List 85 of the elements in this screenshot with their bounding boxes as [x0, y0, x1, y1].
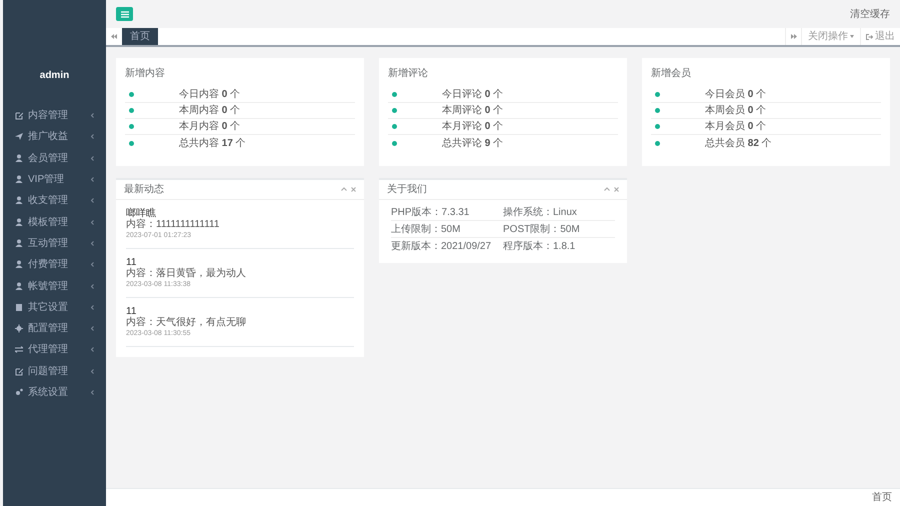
document-icon	[15, 302, 23, 312]
sidebar-item[interactable]: VIP管理	[3, 168, 106, 190]
user-icon	[15, 218, 23, 227]
footer-text: 首页	[872, 491, 892, 505]
user-icon	[15, 282, 23, 291]
author-name: 11	[126, 257, 136, 268]
sidebar-item[interactable]: 配置管理	[3, 318, 106, 340]
stat-text: 本周会员 0 个	[705, 104, 766, 118]
chevron-left-icon	[91, 240, 94, 246]
close-operations-dropdown[interactable]: 关闭操作	[801, 28, 860, 45]
stat-text: 今日会员 0 个	[705, 88, 766, 102]
close-icon[interactable]	[351, 187, 356, 192]
sidebar-item[interactable]: 付费管理	[3, 254, 106, 276]
stat-text: 今日评论 0 个	[442, 88, 504, 102]
sidebar-item[interactable]: 会员管理	[3, 148, 106, 169]
card-title: 新增评论	[388, 66, 429, 81]
info-text: POST限制：50M	[503, 222, 581, 236]
user-icon	[15, 175, 23, 184]
sidebar-item[interactable]: 收支管理	[3, 190, 106, 212]
stat-text: 本月评论 0 个	[442, 120, 504, 134]
info-text: 上传限制：50M	[391, 222, 462, 236]
sidebar-item[interactable]: 内容管理	[3, 105, 106, 126]
collapse-icon[interactable]	[604, 187, 610, 191]
stat-text: 本周评论 0 个	[442, 104, 504, 118]
close-icon[interactable]	[614, 187, 619, 192]
caret-icon	[850, 35, 854, 38]
user-icon	[15, 238, 23, 248]
stat-text: 总共评论 9 个	[442, 136, 504, 150]
chevron-left-icon	[91, 284, 94, 289]
logout-button[interactable]: 退出	[860, 28, 900, 45]
chevron-left-icon	[91, 262, 94, 268]
menu-button[interactable]	[116, 7, 133, 21]
sidebar-item[interactable]: 帐號管理	[3, 275, 106, 297]
chevron-left-icon	[91, 347, 94, 352]
sidebar-item[interactable]: 系统设置	[3, 382, 106, 404]
double-left-icon	[111, 34, 117, 39]
chevron-left-icon	[91, 304, 94, 310]
chevron-left-icon	[91, 368, 94, 374]
comment-content: 内容：落日黄昏，最为动人	[126, 268, 247, 279]
chevron-left-icon	[91, 390, 94, 395]
comment-content: 内容：1111111111111	[126, 219, 220, 230]
sidebar-item[interactable]: 问题管理	[3, 360, 106, 382]
info-text: 程序版本：1.8.1	[503, 240, 576, 254]
edit-icon	[15, 366, 23, 376]
collapse-icon[interactable]	[341, 187, 347, 191]
stat-text: 总共会员 82 个	[705, 136, 772, 150]
stat-text: 本月内容 0 个	[179, 120, 240, 134]
chevron-left-icon	[91, 134, 94, 140]
chevron-left-icon	[91, 220, 94, 225]
menu-icon	[120, 10, 128, 18]
stat-text: 今日内容 0 个	[179, 88, 240, 102]
chevron-left-icon	[91, 113, 94, 118]
author-name: 11	[126, 306, 136, 317]
sidebar-item[interactable]: 其它设置	[3, 296, 106, 318]
info-text: 更新版本：2021/09/27	[391, 240, 492, 254]
logout-icon	[866, 34, 873, 40]
sidebar-item[interactable]: 推广收益	[3, 126, 106, 148]
user-icon	[15, 196, 23, 206]
sidebar-item[interactable]: 互动管理	[3, 232, 106, 254]
user-name: admin	[38, 69, 70, 83]
author-name: 啷咩瞧	[126, 208, 157, 219]
tab[interactable]: 首页	[122, 28, 158, 45]
stat-text: 本周内容 0 个	[179, 104, 240, 118]
swap-arrows-icon	[15, 345, 23, 354]
panel-title: 关于我们	[387, 182, 427, 197]
sidebar-item[interactable]: 模板管理	[3, 211, 106, 233]
user-icon	[15, 154, 23, 163]
panel-title: 最新动态	[124, 182, 164, 197]
stat-text: 总共内容 17 个	[179, 136, 246, 150]
paper-plane-icon	[15, 132, 23, 142]
stat-text: 本月会员 0 个	[705, 120, 766, 134]
sidebar-item[interactable]: 代理管理	[3, 339, 106, 361]
chevron-left-icon	[91, 177, 94, 182]
card-title: 新增内容	[125, 66, 166, 81]
chevron-left-icon	[91, 198, 94, 204]
card-title: 新增会员	[651, 66, 692, 81]
user-icon	[15, 260, 23, 270]
comment-content: 内容：天气很好，有点无聊	[126, 317, 247, 328]
clear-cache-link[interactable]: 清空缓存	[850, 6, 890, 22]
double-right-icon	[790, 34, 796, 39]
edit-icon	[15, 111, 23, 120]
chevron-left-icon	[91, 156, 94, 161]
chevron-left-icon	[91, 326, 94, 332]
info-text: PHP版本：7.3.31	[391, 206, 470, 220]
info-text: 操作系统：Linux	[503, 206, 578, 220]
